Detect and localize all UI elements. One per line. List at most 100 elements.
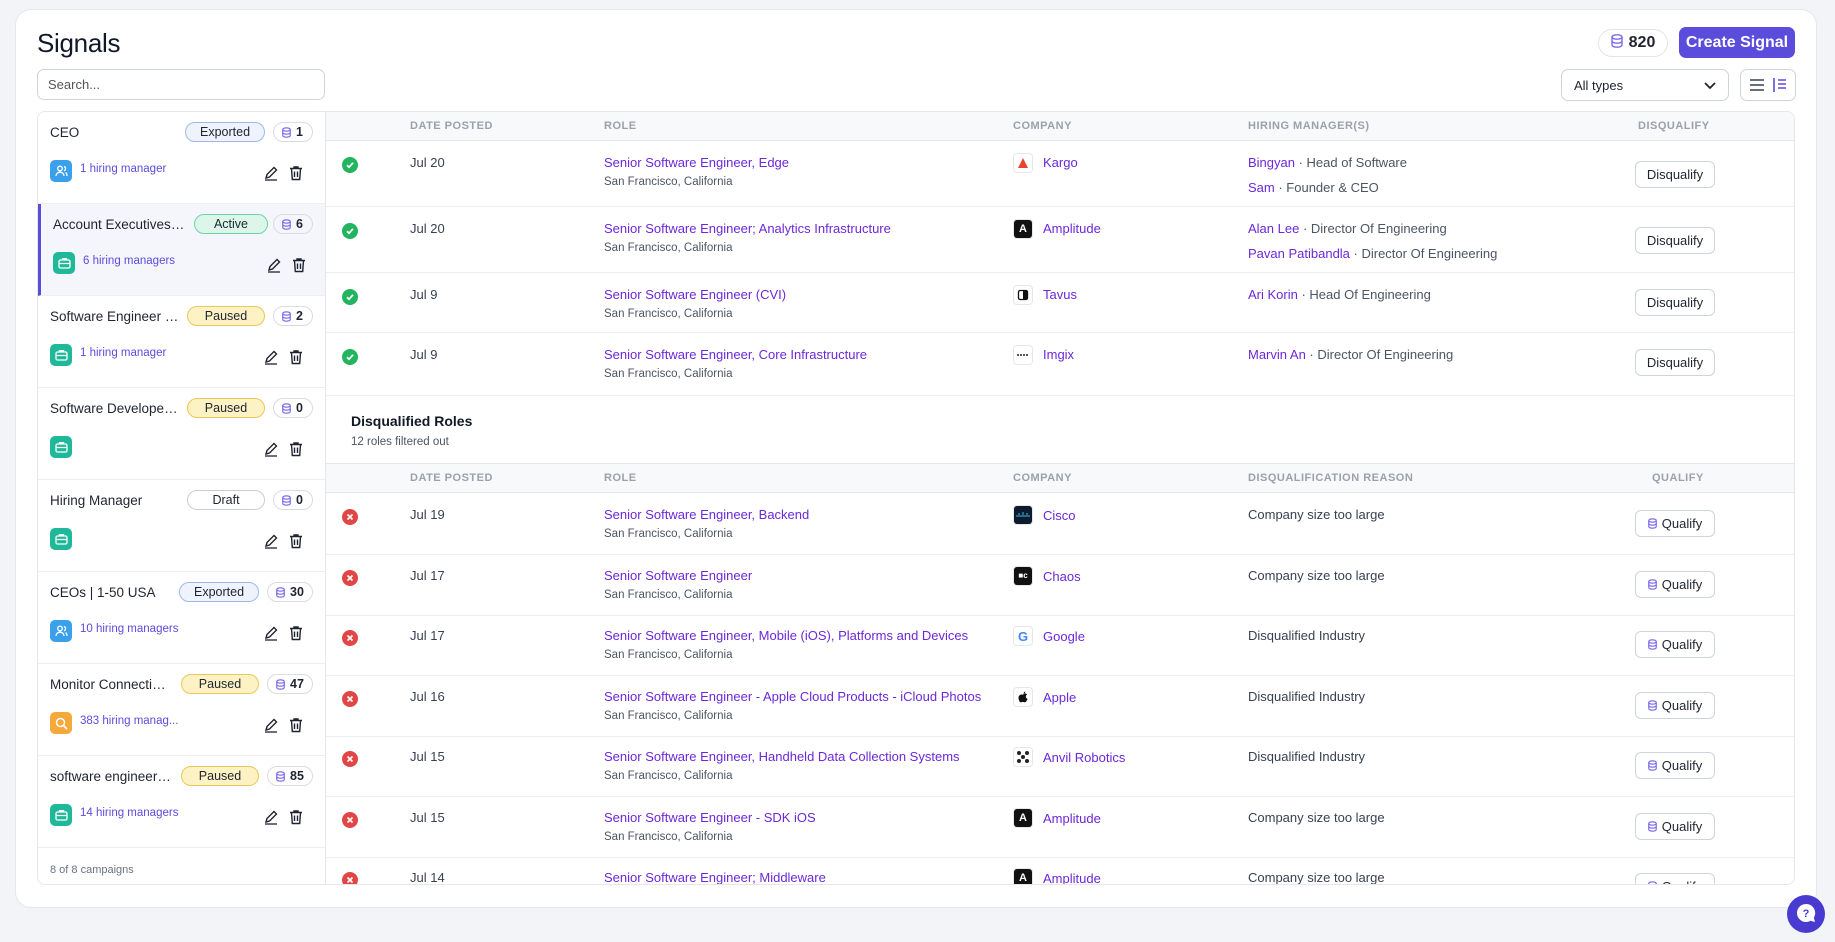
- manager-name[interactable]: Marvin An: [1248, 347, 1306, 362]
- company-link[interactable]: Anvil Robotics: [1043, 750, 1125, 765]
- check-circle-icon: [342, 289, 358, 305]
- role-link[interactable]: Senior Software Engineer, Mobile (iOS), …: [604, 628, 968, 643]
- manager-name[interactable]: Pavan Patibandla: [1248, 246, 1350, 261]
- hiring-manager-count: 14 hiring managers: [80, 807, 179, 819]
- delete-icon[interactable]: [289, 441, 303, 457]
- delete-icon[interactable]: [289, 625, 303, 641]
- hiring-manager: Alan Lee · Director Of Engineering: [1248, 221, 1447, 236]
- create-signal-button[interactable]: Create Signal: [1679, 27, 1795, 58]
- campaign-item[interactable]: software engineer | ... Paused 85 14 hiring…: [38, 756, 325, 848]
- qualify-label: Qualify: [1662, 879, 1702, 884]
- type-filter-select[interactable]: All types: [1561, 69, 1729, 101]
- disqualify-button[interactable]: Disqualify: [1635, 289, 1715, 316]
- delete-icon[interactable]: [289, 809, 303, 825]
- qualify-button[interactable]: Qualify: [1635, 873, 1715, 884]
- qualify-button[interactable]: Qualify: [1635, 570, 1715, 598]
- edit-icon[interactable]: [263, 625, 279, 641]
- delete-icon[interactable]: [289, 165, 303, 181]
- role-link[interactable]: Senior Software Engineer; Middleware: [604, 870, 826, 884]
- users-icon: [50, 160, 72, 182]
- page-title: Signals: [37, 28, 121, 58]
- help-chat-button[interactable]: ?: [1787, 895, 1825, 933]
- role-location: San Francisco, California: [604, 368, 733, 380]
- manager-name[interactable]: Alan Lee: [1248, 221, 1299, 236]
- role-link[interactable]: Senior Software Engineer; Analytics Infr…: [604, 221, 891, 236]
- company-link[interactable]: Tavus: [1043, 287, 1077, 302]
- manager-title: · Head of Software: [1294, 155, 1407, 170]
- company-link[interactable]: Google: [1043, 629, 1085, 644]
- briefcase-icon: [50, 528, 72, 550]
- campaign-count-badge: 47: [267, 674, 313, 694]
- edit-icon[interactable]: [263, 717, 279, 733]
- disqualify-button[interactable]: Disqualify: [1635, 227, 1715, 254]
- company-link[interactable]: Amplitude: [1043, 221, 1101, 236]
- role-link[interactable]: Senior Software Engineer, Backend: [604, 507, 809, 522]
- view-toggle: [1740, 69, 1796, 101]
- edit-icon[interactable]: [263, 165, 279, 181]
- disqualify-button[interactable]: Disqualify: [1635, 349, 1715, 376]
- campaign-count-badge: 30: [267, 582, 313, 602]
- search-input[interactable]: [37, 69, 325, 100]
- qualify-button[interactable]: Qualify: [1635, 691, 1715, 719]
- company-link[interactable]: Apple: [1043, 690, 1076, 705]
- qualify-button[interactable]: Qualify: [1635, 752, 1715, 779]
- company-link[interactable]: Chaos: [1043, 569, 1081, 584]
- anvil-robotics-logo: [1013, 747, 1033, 767]
- delete-icon[interactable]: [289, 349, 303, 365]
- role-location: San Francisco, California: [604, 176, 733, 188]
- campaign-item[interactable]: Monitor Connections Paused 47 383 hiring ma…: [38, 664, 325, 756]
- campaign-item[interactable]: Account Executives | ... Active 6 6 hiring …: [38, 204, 325, 296]
- edit-icon[interactable]: [263, 809, 279, 825]
- role-link[interactable]: Senior Software Engineer, Core Infrastru…: [604, 347, 867, 362]
- company-link[interactable]: Kargo: [1043, 155, 1078, 170]
- edit-icon[interactable]: [263, 349, 279, 365]
- campaign-item[interactable]: CEOs | 1-50 USA Exported 30 10 hiring manag…: [38, 572, 325, 664]
- delete-icon[interactable]: [289, 533, 303, 549]
- company-link[interactable]: Amplitude: [1043, 871, 1101, 884]
- company-link[interactable]: Amplitude: [1043, 811, 1101, 826]
- hiring-manager: Marvin An · Director Of Engineering: [1248, 347, 1453, 362]
- role-location: San Francisco, California: [604, 528, 733, 540]
- manager-name[interactable]: Sam: [1248, 180, 1275, 195]
- manager-name[interactable]: Ari Korin: [1248, 287, 1298, 302]
- list-view-icon[interactable]: [1749, 78, 1765, 92]
- header-company: COMPANY: [1013, 472, 1072, 484]
- role-link[interactable]: Senior Software Engineer - Apple Cloud P…: [604, 689, 981, 704]
- edit-icon[interactable]: [263, 441, 279, 457]
- disqualify-button[interactable]: Disqualify: [1635, 161, 1715, 188]
- role-link[interactable]: Senior Software Engineer: [604, 568, 752, 583]
- briefcase-icon: [50, 436, 72, 458]
- role-link[interactable]: Senior Software Engineer, Edge: [604, 155, 789, 170]
- detail-view-icon[interactable]: [1772, 77, 1788, 93]
- company-link[interactable]: Imgix: [1043, 347, 1074, 362]
- delete-icon[interactable]: [292, 257, 306, 273]
- table-row: Jul 20 Senior Software Engineer, Edge San …: [326, 141, 1794, 207]
- edit-icon[interactable]: [263, 533, 279, 549]
- campaign-item[interactable]: Software Engineer | ... Paused 2 1 hiring m…: [38, 296, 325, 388]
- qualify-button[interactable]: Qualify: [1635, 510, 1715, 537]
- role-link[interactable]: Senior Software Engineer, Handheld Data …: [604, 749, 960, 764]
- role-link[interactable]: Senior Software Engineer - SDK iOS: [604, 810, 816, 825]
- delete-icon[interactable]: [289, 717, 303, 733]
- qualify-button[interactable]: Qualify: [1635, 631, 1715, 658]
- x-circle-icon: [342, 630, 358, 646]
- role-link[interactable]: Senior Software Engineer (CVI): [604, 287, 786, 302]
- campaign-item[interactable]: Software Developer ... Paused 0: [38, 388, 325, 480]
- campaign-item[interactable]: Hiring Manager Draft 0: [38, 480, 325, 572]
- manager-title: · Founder & CEO: [1274, 180, 1379, 195]
- campaign-count: 47: [290, 677, 304, 691]
- table-row: Jul 16 Senior Software Engineer - Apple C…: [326, 676, 1794, 737]
- header-role: ROLE: [604, 472, 637, 484]
- qualify-button[interactable]: Qualify: [1635, 812, 1715, 840]
- campaign-item[interactable]: CEO Exported 1 1 hiring manager: [38, 112, 325, 204]
- credit-coin-icon: [1647, 518, 1657, 529]
- date-posted: Jul 19: [410, 507, 445, 522]
- check-circle-icon: [342, 349, 358, 365]
- disqualification-reason: Disqualified Industry: [1248, 688, 1366, 704]
- manager-name[interactable]: Bingyan: [1248, 155, 1295, 170]
- campaign-name: Monitor Connections: [50, 677, 173, 692]
- edit-icon[interactable]: [266, 257, 282, 273]
- campaign-count: 6: [296, 217, 303, 231]
- company-link[interactable]: Cisco: [1043, 508, 1076, 523]
- campaign-sidebar: CEO Exported 1 1 hiring manager Account Exec…: [38, 112, 326, 884]
